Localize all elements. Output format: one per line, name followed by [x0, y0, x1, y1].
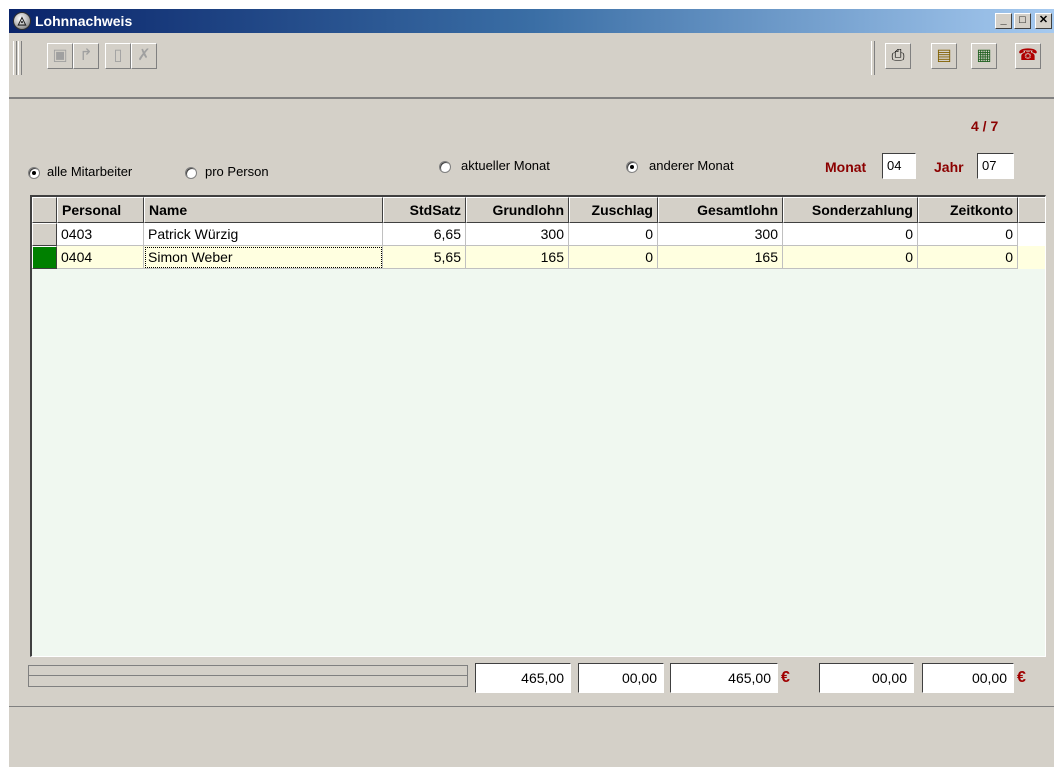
column-header-name[interactable]: Name — [144, 197, 383, 223]
horizontal-scrollbar[interactable] — [28, 665, 468, 687]
delete-icon[interactable]: ✗ — [131, 43, 157, 69]
monat-label: Monat — [825, 159, 867, 175]
radio-pro-person-label[interactable]: pro Person — [205, 164, 269, 179]
print-icon[interactable]: ⎙ — [885, 43, 911, 69]
table-row-selected[interactable]: 0404 Simon Weber 5,65 165 0 165 0 0 — [32, 246, 1045, 269]
undo-icon[interactable]: ↱ — [73, 43, 99, 69]
close-icon[interactable]: ✕ — [1035, 13, 1052, 29]
monat-input[interactable]: 04 — [882, 153, 916, 179]
payroll-table[interactable]: Personal Name StdSatz Grundlohn Zuschlag… — [30, 195, 1046, 657]
cell-sonderzahlung[interactable]: 0 — [783, 223, 918, 246]
cell-gesamtlohn[interactable]: 165 — [658, 246, 783, 269]
column-header-personal[interactable]: Personal — [57, 197, 144, 223]
radio-anderer-monat[interactable] — [626, 161, 638, 173]
total-grundlohn: 465,00 — [475, 663, 571, 693]
column-header-stdsatz[interactable]: StdSatz — [383, 197, 466, 223]
new-document-icon[interactable]: ▯ — [105, 43, 131, 69]
status-bar — [9, 706, 1054, 767]
report-icon[interactable]: ▤ — [931, 43, 957, 69]
total-zeitkonto: 00,00 — [922, 663, 1014, 693]
column-header-grundlohn[interactable]: Grundlohn — [466, 197, 569, 223]
radio-alle-mitarbeiter-label[interactable]: alle Mitarbeiter — [47, 164, 132, 179]
total-gesamtlohn: 465,00 — [670, 663, 778, 693]
cell-grundlohn[interactable]: 165 — [466, 246, 569, 269]
column-header-gesamtlohn[interactable]: Gesamtlohn — [658, 197, 783, 223]
row-selector-active[interactable] — [32, 246, 57, 269]
column-header-zeitkonto[interactable]: Zeitkonto — [918, 197, 1018, 223]
toolbar: ▣ ↱ ▯ ✗ ⎙ ▤ ▦ ☎ — [9, 33, 1054, 99]
cell-grundlohn[interactable]: 300 — [466, 223, 569, 246]
cell-zuschlag[interactable]: 0 — [569, 246, 658, 269]
toolbar-grip[interactable] — [18, 41, 22, 75]
title-bar[interactable]: ◬ Lohnnachweis _ □ ✕ — [9, 9, 1054, 33]
euro-symbol: € — [1017, 669, 1026, 686]
total-zuschlag: 00,00 — [578, 663, 664, 693]
radio-pro-person[interactable] — [185, 167, 197, 179]
column-header-filler — [1018, 197, 1045, 223]
jahr-input[interactable]: 07 — [977, 153, 1014, 179]
header-row-selector[interactable] — [32, 197, 57, 223]
scrollbar-divider — [29, 675, 467, 676]
radio-aktueller-monat[interactable] — [439, 161, 451, 173]
toolbar-grip[interactable] — [13, 41, 17, 75]
save-icon[interactable]: ▣ — [47, 43, 73, 69]
column-header-zuschlag[interactable]: Zuschlag — [569, 197, 658, 223]
euro-symbol: € — [781, 669, 790, 686]
radio-anderer-monat-label[interactable]: anderer Monat — [649, 158, 734, 173]
cell-sonderzahlung[interactable]: 0 — [783, 246, 918, 269]
cell-zeitkonto[interactable]: 0 — [918, 223, 1018, 246]
row-selector[interactable] — [32, 223, 57, 246]
calculator-icon[interactable]: ▦ — [971, 43, 997, 69]
radio-aktueller-monat-label[interactable]: aktueller Monat — [461, 158, 550, 173]
cell-name[interactable]: Patrick Würzig — [144, 223, 383, 246]
minimize-icon[interactable]: _ — [995, 13, 1012, 29]
maximize-icon[interactable]: □ — [1014, 13, 1031, 29]
table-row[interactable]: 0403 Patrick Würzig 6,65 300 0 300 0 0 — [32, 223, 1045, 246]
toolbar-grip[interactable] — [871, 41, 875, 75]
cell-zeitkonto[interactable]: 0 — [918, 246, 1018, 269]
jahr-label: Jahr — [934, 159, 964, 175]
cell-zuschlag[interactable]: 0 — [569, 223, 658, 246]
cell-stdsatz[interactable]: 5,65 — [383, 246, 466, 269]
lohnnachweis-window: ◬ Lohnnachweis _ □ ✕ ▣ ↱ ▯ ✗ ⎙ ▤ ▦ ☎ 4 /… — [8, 8, 1054, 767]
window-title: Lohnnachweis — [35, 13, 133, 29]
record-counter: 4 / 7 — [971, 118, 999, 134]
cell-stdsatz[interactable]: 6,65 — [383, 223, 466, 246]
app-logo-icon: ◬ — [13, 12, 31, 30]
total-sonderzahlung: 00,00 — [819, 663, 914, 693]
telephone-icon[interactable]: ☎ — [1015, 43, 1041, 69]
cell-gesamtlohn[interactable]: 300 — [658, 223, 783, 246]
column-header-sonderzahlung[interactable]: Sonderzahlung — [783, 197, 918, 223]
cell-personal[interactable]: 0403 — [57, 223, 144, 246]
cell-personal[interactable]: 0404 — [57, 246, 144, 269]
radio-alle-mitarbeiter[interactable] — [28, 167, 40, 179]
cell-name[interactable]: Simon Weber — [144, 246, 383, 269]
